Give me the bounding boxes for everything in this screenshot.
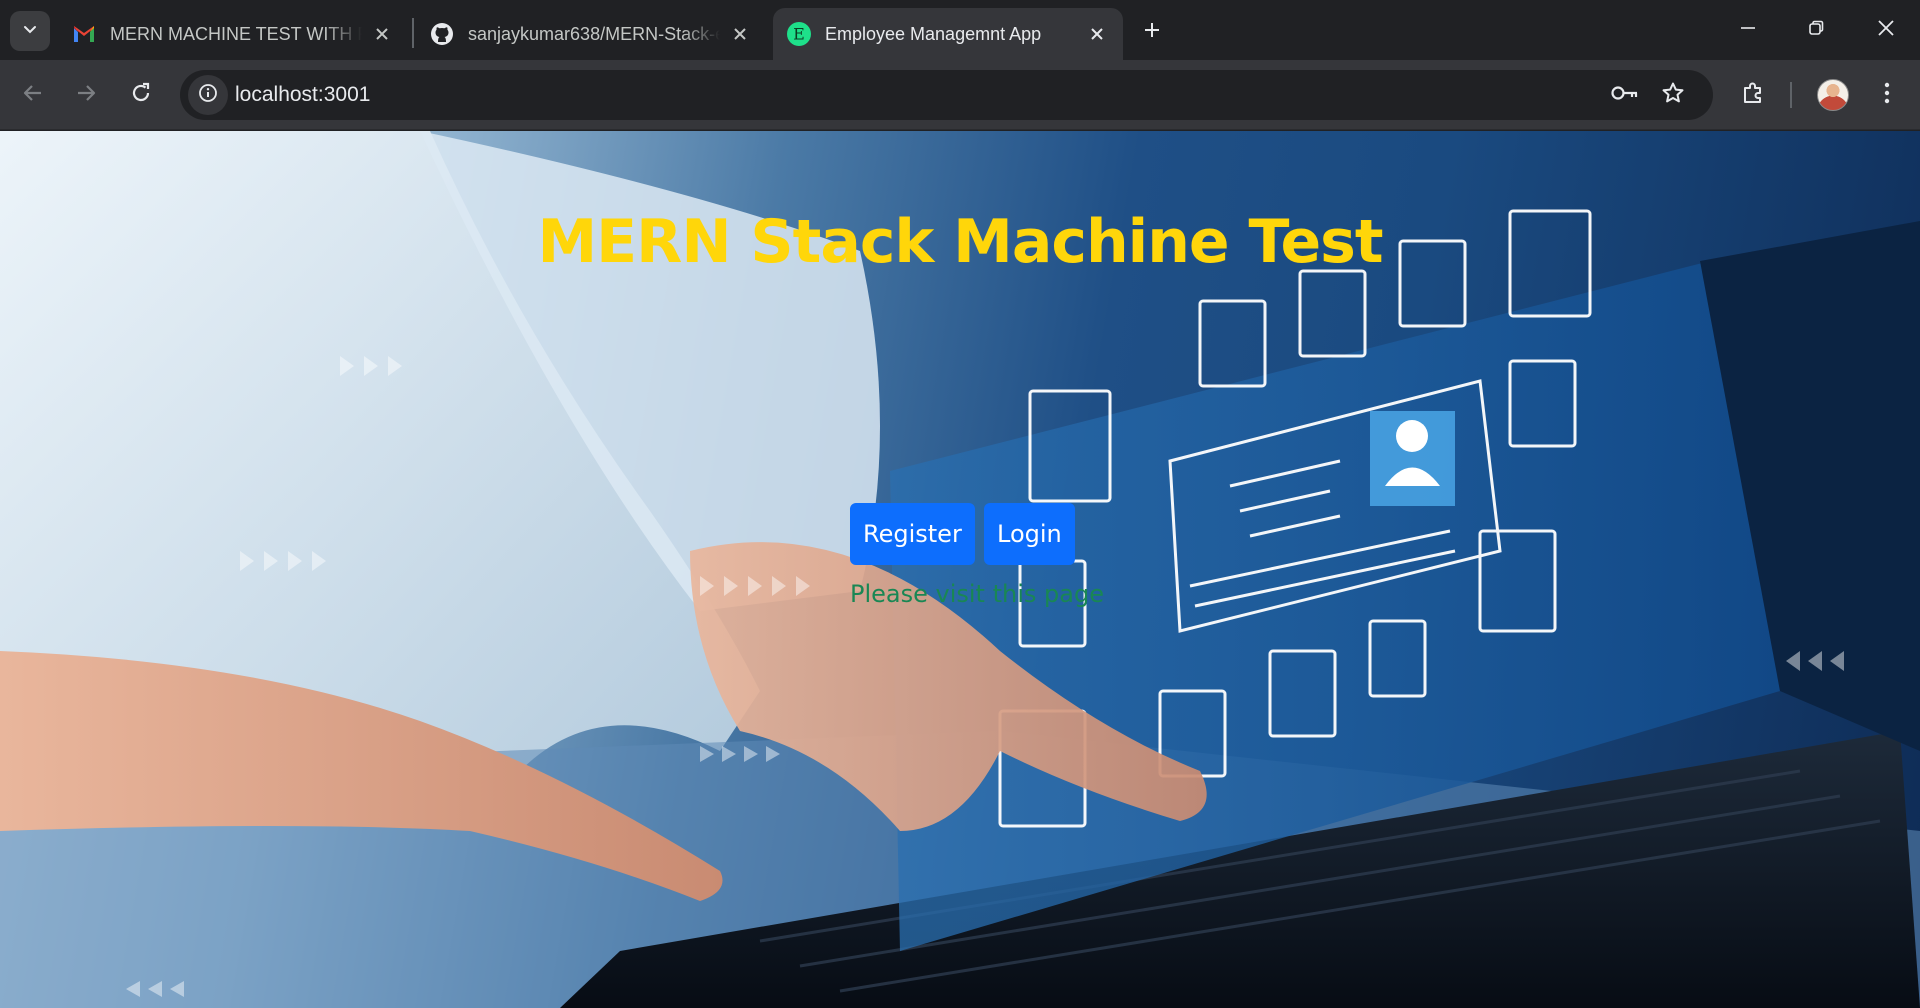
tab-gmail[interactable]: MERN MACHINE TEST WITH RE [58,8,408,60]
puzzle-icon [1741,81,1765,110]
login-button[interactable]: Login [984,503,1075,565]
minimize-icon [1740,20,1756,41]
visit-page-note: Please visit this page [850,580,1104,608]
tab-title: Employee Managemnt App [825,23,1042,44]
reload-button[interactable] [119,73,163,117]
key-icon [1610,83,1640,108]
url-text[interactable]: localhost:3001 [235,70,370,120]
tab-title: MERN MACHINE TEST WITH RE [110,23,362,44]
tab-separator [412,18,414,48]
toolbar-divider [1790,82,1792,108]
password-key-button[interactable] [1609,79,1641,111]
more-vertical-icon [1884,82,1890,109]
close-tab-icon[interactable] [1085,22,1109,46]
reload-icon [130,82,152,109]
tab-github[interactable]: sanjaykumar638/MERN-Stack-e [416,8,766,60]
tab-title: sanjaykumar638/MERN-Stack-e [468,23,720,44]
address-bar[interactable]: localhost:3001 [180,70,1713,120]
arrow-left-icon [22,82,44,109]
github-icon [430,22,454,46]
close-tab-icon[interactable] [370,22,394,46]
chevron-down-icon [22,21,38,42]
minimize-button[interactable] [1714,0,1782,60]
restore-icon [1808,20,1824,41]
site-info-button[interactable] [188,75,228,115]
tab-strip: MERN MACHINE TEST WITH RE sanjaykumar638… [0,0,1920,60]
app-e-icon: E [787,22,811,46]
info-icon [198,83,218,108]
tab-employee-app[interactable]: E Employee Managemnt App [773,8,1123,60]
close-icon [1877,19,1895,42]
star-icon [1661,81,1685,110]
forward-button[interactable] [64,73,108,117]
profile-avatar[interactable] [1817,79,1849,111]
close-window-button[interactable] [1852,0,1920,60]
arrow-right-icon [75,82,97,109]
back-button[interactable] [11,73,55,117]
browser-toolbar: localhost:3001 [0,60,1920,130]
plus-icon [1143,21,1161,44]
new-tab-button[interactable] [1136,16,1168,48]
page-title: MERN Stack Machine Test [537,207,1383,277]
tab-search-button[interactable] [10,11,50,51]
register-button[interactable]: Register [850,503,975,565]
bookmark-button[interactable] [1657,79,1689,111]
favicon-letter: E [793,25,805,44]
gmail-icon [72,22,96,46]
close-tab-icon[interactable] [728,22,752,46]
extensions-button[interactable] [1731,73,1775,117]
restore-button[interactable] [1782,0,1850,60]
page-viewport: MERN Stack Machine Test Register Login P… [0,131,1920,1008]
menu-button[interactable] [1865,73,1909,117]
